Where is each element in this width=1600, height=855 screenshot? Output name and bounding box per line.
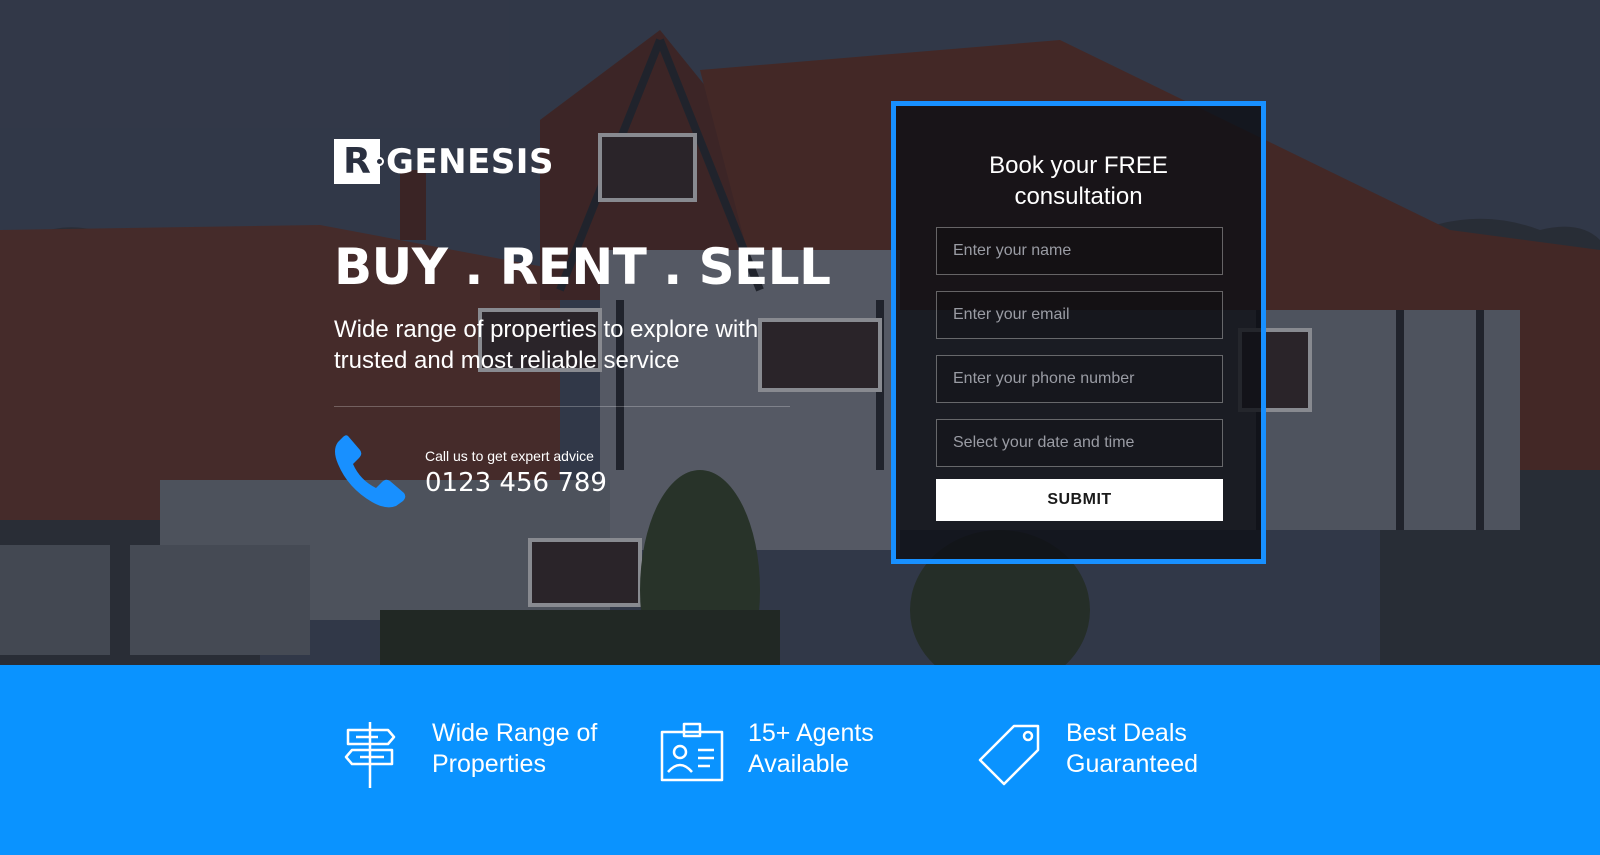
hero-subline: Wide range of properties to explore with…	[334, 316, 759, 374]
feature-deals: Best Deals Guaranteed	[978, 719, 1199, 790]
phone-icon	[335, 435, 406, 508]
hero-headline: BUY . RENT . SELL	[334, 238, 831, 296]
brand-logo[interactable]: R GENESIS	[334, 139, 554, 184]
feature-label-line2: Available	[748, 750, 850, 778]
phone-input[interactable]: Enter your phone number	[936, 355, 1223, 403]
feature-label-line2: Guaranteed	[1066, 750, 1199, 778]
consultation-form: Book your FREE consultation Enter your n…	[891, 101, 1266, 564]
submit-button[interactable]: SUBMIT	[936, 479, 1223, 521]
feature-label-line1: Wide Range of	[432, 719, 598, 747]
feature-label-line1: Best Deals	[1066, 719, 1187, 747]
logo-wordmark: GENESIS	[386, 141, 554, 182]
email-input[interactable]: Enter your email	[936, 291, 1223, 339]
datetime-input[interactable]: Select your date and time	[936, 419, 1223, 467]
name-input[interactable]: Enter your name	[936, 227, 1223, 275]
form-title: Book your FREE consultation	[989, 152, 1168, 210]
feature-agents: 15+ Agents Available	[660, 719, 874, 790]
hero-section: R GENESIS BUY . RENT . SELL Wide range o…	[0, 0, 1600, 665]
logo-mark: R	[334, 139, 384, 184]
call-label: Call us to get expert advice	[425, 448, 594, 464]
agent-id-card-icon	[660, 722, 724, 782]
feature-properties: Wide Range of Properties	[344, 719, 598, 790]
feature-label-line1: 15+ Agents	[748, 719, 874, 747]
features-band: Wide Range of Properties 15+ Agents Avai…	[0, 665, 1600, 855]
phone-number-link[interactable]: 0123 456 789	[425, 468, 607, 498]
price-tag-icon	[978, 724, 1040, 786]
signpost-icon	[344, 722, 396, 788]
hero-divider	[334, 406, 790, 407]
feature-label-line2: Properties	[432, 750, 546, 778]
